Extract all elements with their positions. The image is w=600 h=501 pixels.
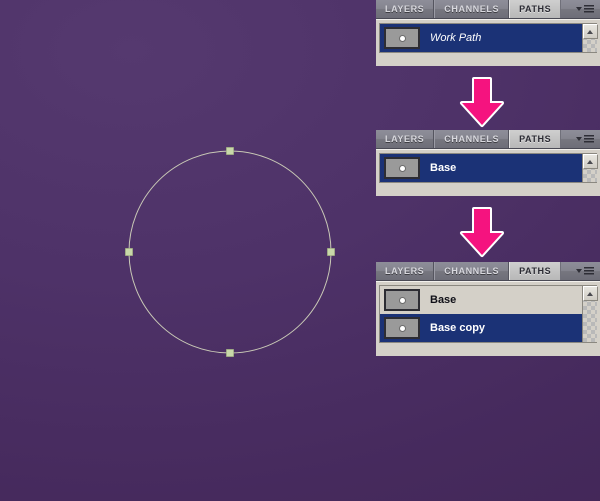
- chevron-down-icon: [576, 137, 582, 141]
- tab-channels[interactable]: CHANNELS: [434, 0, 510, 18]
- path-thumbnail-icon: [384, 157, 420, 179]
- paths-panel-step-2: LAYERS CHANNELS PATHS Base: [376, 130, 600, 196]
- paths-list: Work Path: [379, 23, 598, 53]
- chevron-down-icon: [576, 269, 582, 273]
- tab-strip-spacer: [561, 130, 572, 148]
- tab-label: LAYERS: [385, 4, 425, 14]
- panel-tab-strip: LAYERS CHANNELS PATHS: [376, 130, 600, 149]
- chevron-down-icon: [576, 7, 582, 11]
- panel-menu-button[interactable]: [572, 262, 600, 280]
- tab-paths[interactable]: PATHS: [509, 262, 562, 280]
- thumbnail-dot: [399, 165, 405, 171]
- tab-label: CHANNELS: [444, 4, 500, 14]
- flow-arrow-down-1: [460, 77, 504, 127]
- path-name-label: Base: [430, 162, 457, 174]
- tab-label: CHANNELS: [444, 266, 500, 276]
- scroll-up-arrow-icon[interactable]: [583, 24, 598, 39]
- path-anchor-right[interactable]: [327, 248, 335, 256]
- hamburger-menu-icon: [584, 267, 594, 275]
- tab-label: PATHS: [519, 134, 552, 144]
- tab-label: LAYERS: [385, 134, 425, 144]
- path-row[interactable]: Work Path: [380, 24, 597, 52]
- panel-scrollbar[interactable]: [582, 24, 598, 52]
- scroll-up-arrow-icon[interactable]: [583, 286, 598, 301]
- paths-list: Base Base copy: [379, 285, 598, 343]
- panel-footer: [379, 53, 597, 63]
- path-anchor-left[interactable]: [125, 248, 133, 256]
- paths-panel-step-1: LAYERS CHANNELS PATHS Work Path: [376, 0, 600, 66]
- path-thumbnail-icon: [384, 317, 420, 339]
- tab-channels[interactable]: CHANNELS: [434, 130, 510, 148]
- tab-label: LAYERS: [385, 266, 425, 276]
- panel-scrollbar[interactable]: [582, 286, 598, 342]
- paths-panel-step-3: LAYERS CHANNELS PATHS Base Base copy: [376, 262, 600, 356]
- tab-layers[interactable]: LAYERS: [376, 130, 435, 148]
- tab-paths[interactable]: PATHS: [509, 130, 562, 148]
- screenshot-canvas: LAYERS CHANNELS PATHS Work Path LAYERS C…: [0, 0, 600, 501]
- tab-paths[interactable]: PATHS: [509, 0, 562, 18]
- tab-channels[interactable]: CHANNELS: [434, 262, 510, 280]
- path-thumbnail-icon: [384, 27, 420, 49]
- tab-label: PATHS: [519, 4, 552, 14]
- tab-strip-spacer: [561, 262, 572, 280]
- path-name-label: Base: [430, 294, 457, 306]
- path-anchor-top[interactable]: [226, 147, 234, 155]
- tab-label: PATHS: [519, 266, 552, 276]
- panel-menu-button[interactable]: [572, 130, 600, 148]
- panel-tab-strip: LAYERS CHANNELS PATHS: [376, 262, 600, 281]
- panel-tab-strip: LAYERS CHANNELS PATHS: [376, 0, 600, 19]
- path-thumbnail-icon: [384, 289, 420, 311]
- tab-layers[interactable]: LAYERS: [376, 0, 435, 18]
- panel-menu-button[interactable]: [572, 0, 600, 18]
- vector-path-preview: [125, 147, 335, 357]
- panel-body: Base Base copy: [376, 281, 600, 356]
- path-row[interactable]: Base: [380, 154, 597, 182]
- paths-list: Base: [379, 153, 598, 183]
- tab-label: CHANNELS: [444, 134, 500, 144]
- path-name-label: Work Path: [430, 32, 482, 44]
- tab-strip-spacer: [561, 0, 572, 18]
- panel-scrollbar[interactable]: [582, 154, 598, 182]
- panel-footer: [379, 343, 597, 353]
- path-anchor-bottom[interactable]: [226, 349, 234, 357]
- panel-body: Base: [376, 149, 600, 196]
- path-name-label: Base copy: [430, 322, 486, 334]
- path-row[interactable]: Base copy: [380, 314, 597, 342]
- scroll-up-arrow-icon[interactable]: [583, 154, 598, 169]
- flow-arrow-down-2: [460, 207, 504, 257]
- thumbnail-dot: [399, 297, 405, 303]
- thumbnail-dot: [399, 325, 405, 331]
- hamburger-menu-icon: [584, 5, 594, 13]
- circle-path-stroke: [128, 150, 332, 354]
- panel-body: Work Path: [376, 19, 600, 66]
- thumbnail-dot: [399, 35, 405, 41]
- tab-layers[interactable]: LAYERS: [376, 262, 435, 280]
- hamburger-menu-icon: [584, 135, 594, 143]
- path-row[interactable]: Base: [380, 286, 597, 314]
- panel-footer: [379, 183, 597, 193]
